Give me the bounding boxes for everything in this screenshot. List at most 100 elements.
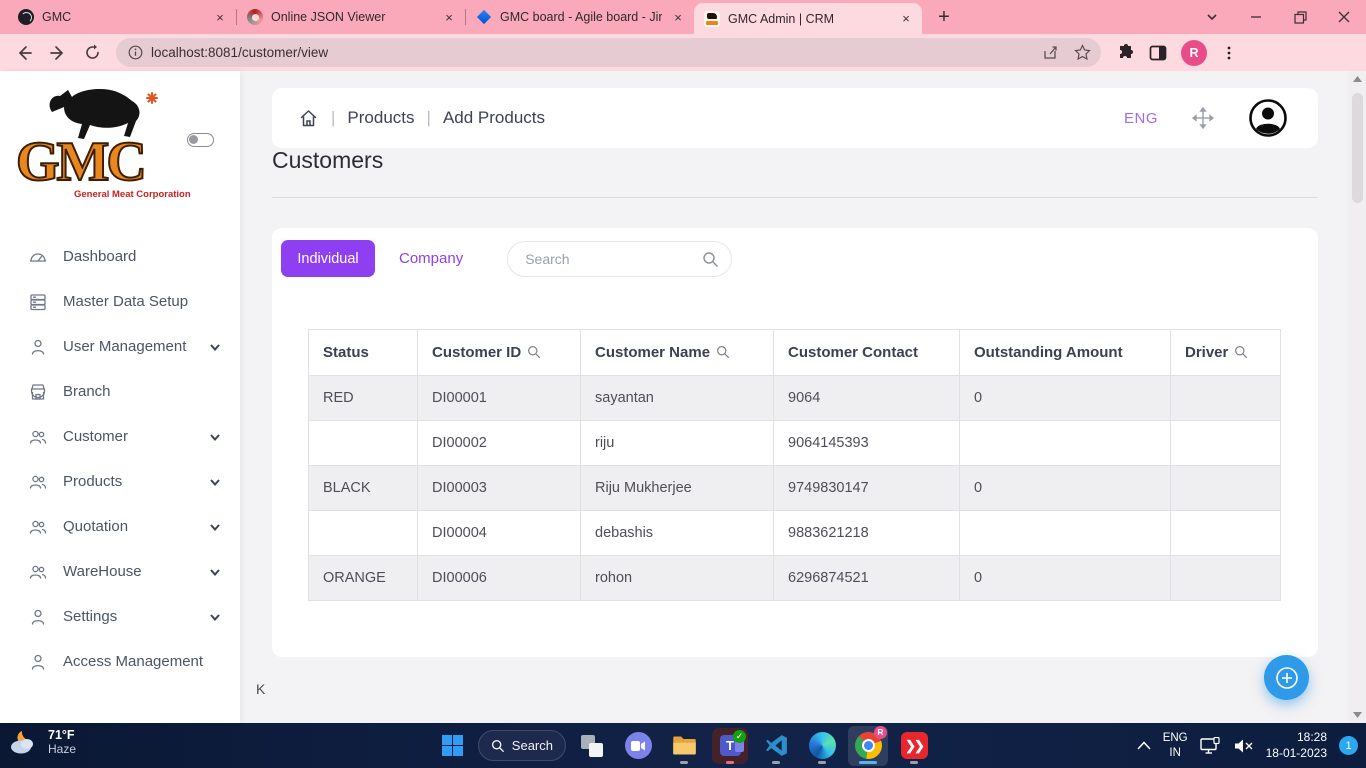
clock[interactable]: 18:28 18-01-2023 xyxy=(1266,730,1327,761)
column-search-icon[interactable] xyxy=(527,345,541,359)
sidebar-item-access-management[interactable]: Access Management xyxy=(0,639,240,684)
sidebar-item-products[interactable]: Products xyxy=(0,459,240,504)
close-window-button[interactable] xyxy=(1322,0,1366,34)
new-tab-button[interactable]: + xyxy=(930,3,958,31)
table-row[interactable]: DI00004 debashis 9883621218 xyxy=(309,511,1281,556)
task-view-button[interactable] xyxy=(572,726,612,766)
browser-tab-jira[interactable]: GMC board - Agile board - Jira × xyxy=(466,0,694,34)
site-info-icon[interactable] xyxy=(128,45,143,60)
table-row[interactable]: BLACK DI00003 Riju Mukherjee 9749830147 … xyxy=(309,466,1281,511)
chrome-button[interactable]: R xyxy=(848,726,888,766)
reload-button[interactable] xyxy=(78,39,106,67)
table-row[interactable]: RED DI00001 sayantan 9064 0 xyxy=(309,376,1281,421)
scrollbar-thumb[interactable] xyxy=(1352,93,1363,203)
back-button[interactable] xyxy=(10,39,38,67)
gmc-favicon-icon xyxy=(704,11,720,27)
cell-status: BLACK xyxy=(309,466,418,511)
language-indicator[interactable]: ENG IN xyxy=(1163,731,1188,761)
restore-button[interactable] xyxy=(1278,0,1322,34)
fullscreen-move-icon[interactable] xyxy=(1192,107,1214,129)
sidebar-item-branch[interactable]: Branch xyxy=(0,369,240,414)
task-view-icon xyxy=(581,735,603,757)
breadcrumb-products[interactable]: Products xyxy=(347,108,414,128)
taskbar-search[interactable]: Search xyxy=(478,730,566,761)
cell-customer-contact: 9749830147 xyxy=(774,466,960,511)
address-bar[interactable]: localhost:8081/customer/view xyxy=(116,38,1101,67)
share-icon[interactable] xyxy=(1043,44,1060,61)
tab-search-chevron-icon[interactable] xyxy=(1190,0,1234,34)
tab-close-icon[interactable]: × xyxy=(898,11,914,27)
sidebar-item-master-data-setup[interactable]: Master Data Setup xyxy=(0,279,240,324)
user-avatar-icon[interactable] xyxy=(1248,98,1288,138)
browser-profile-avatar[interactable]: R xyxy=(1181,40,1207,66)
cell-driver xyxy=(1171,556,1281,601)
sidebar-item-label: Branch xyxy=(63,383,222,400)
tab-close-icon[interactable]: × xyxy=(441,9,457,25)
tab-title: GMC xyxy=(42,10,204,24)
browser-tab-gmc-admin-active[interactable]: GMC Admin | CRM × xyxy=(694,3,922,34)
tab-close-icon[interactable]: × xyxy=(670,9,686,25)
cell-customer-contact: 9064 xyxy=(774,376,960,421)
sidebar-collapse-toggle[interactable] xyxy=(187,133,214,147)
cell-customer-name: Riju Mukherjee xyxy=(581,466,774,511)
notification-badge[interactable]: 1 xyxy=(1339,736,1358,755)
side-panel-icon[interactable] xyxy=(1149,44,1167,62)
sidebar-item-customer[interactable]: Customer xyxy=(0,414,240,459)
breadcrumb-add-products[interactable]: Add Products xyxy=(443,108,545,128)
scroll-down-icon[interactable] xyxy=(1353,712,1362,718)
minimize-button[interactable] xyxy=(1234,0,1278,34)
sidebar-item-label: Dashboard xyxy=(63,248,222,265)
extensions-puzzle-icon[interactable] xyxy=(1117,44,1135,62)
sidebar-item-user-management[interactable]: User Management xyxy=(0,324,240,369)
title-divider xyxy=(272,197,1318,198)
browser-menu-icon[interactable] xyxy=(1221,45,1237,61)
app-header: | Products | Add Products ENG xyxy=(272,88,1318,148)
tab-title: Online JSON Viewer xyxy=(271,10,433,24)
add-customer-fab[interactable] xyxy=(1264,655,1309,700)
url-text[interactable]: localhost:8081/customer/view xyxy=(151,45,1035,60)
search-icon[interactable] xyxy=(702,251,719,268)
sidebar-menu: Dashboard Master Data Setup User Managem… xyxy=(0,234,240,684)
tab-close-icon[interactable]: × xyxy=(212,9,228,25)
volume-muted-icon[interactable] xyxy=(1234,738,1254,754)
sidebar-item-warehouse[interactable]: WareHouse xyxy=(0,549,240,594)
chat-button[interactable] xyxy=(618,726,658,766)
filter-row: Individual Company xyxy=(281,240,732,277)
file-explorer-button[interactable] xyxy=(664,726,704,766)
table-row[interactable]: DI00002 riju 9064145393 xyxy=(309,421,1281,466)
browser-tab-json-viewer[interactable]: Online JSON Viewer × xyxy=(237,0,465,34)
network-icon[interactable] xyxy=(1200,737,1222,755)
sidebar-item-quotation[interactable]: Quotation xyxy=(0,504,240,549)
search-input[interactable] xyxy=(507,241,732,277)
tray-chevron-up-icon[interactable] xyxy=(1137,741,1151,750)
col-customer-name: Customer Name xyxy=(581,330,774,376)
weather-widget[interactable]: 71°F Haze xyxy=(8,727,76,757)
red-app-button[interactable]: ❯❯ xyxy=(894,726,934,766)
page-scrollbar[interactable] xyxy=(1349,71,1366,723)
tab-company[interactable]: Company xyxy=(399,250,463,267)
language-selector[interactable]: ENG xyxy=(1124,110,1158,127)
table-row[interactable]: ORANGE DI00006 rohon 6296874521 0 xyxy=(309,556,1281,601)
chevron-down-icon xyxy=(208,340,222,354)
tray-date: 18-01-2023 xyxy=(1266,746,1327,762)
column-search-icon[interactable] xyxy=(716,345,730,359)
sidebar-item-dashboard[interactable]: Dashboard xyxy=(0,234,240,279)
sidebar-item-label: Settings xyxy=(63,608,193,625)
column-search-icon[interactable] xyxy=(1234,345,1248,359)
start-button[interactable] xyxy=(432,726,472,766)
running-indicator xyxy=(818,761,826,764)
breadcrumb-separator: | xyxy=(331,108,335,128)
teams-button[interactable]: T ✓ xyxy=(710,726,750,766)
bookmark-star-icon[interactable] xyxy=(1074,44,1091,61)
forward-button[interactable] xyxy=(44,39,72,67)
vscode-button[interactable] xyxy=(756,726,796,766)
chevron-down-icon xyxy=(208,430,222,444)
home-icon[interactable] xyxy=(298,108,319,129)
cell-outstanding: 0 xyxy=(960,466,1171,511)
edge-button[interactable] xyxy=(802,726,842,766)
tab-individual[interactable]: Individual xyxy=(281,240,375,277)
scroll-up-icon[interactable] xyxy=(1353,76,1362,82)
browser-tab-gmc[interactable]: GMC × xyxy=(8,0,236,34)
customers-card: Individual Company Status Customer ID Cu… xyxy=(272,228,1318,657)
sidebar-item-settings[interactable]: Settings xyxy=(0,594,240,639)
